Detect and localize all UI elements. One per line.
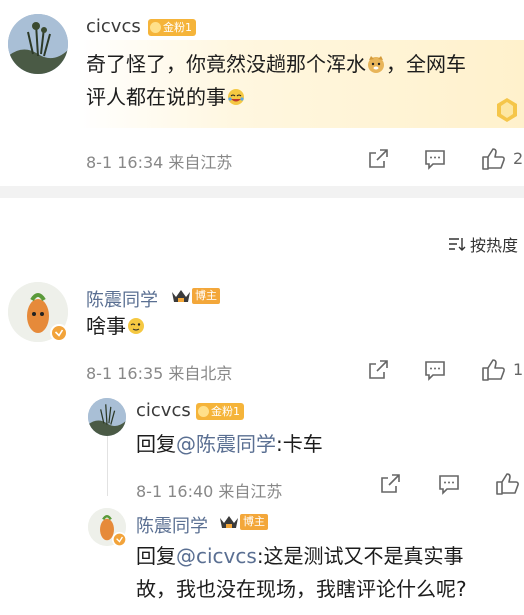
fan-badge: 金粉1 <box>148 19 196 36</box>
sort-by-hot-button[interactable]: 按热度 <box>448 232 518 256</box>
section-divider <box>0 186 524 198</box>
reply-text-content: :卡车 <box>276 432 323 456</box>
comment-icon[interactable] <box>423 358 447 386</box>
verified-badge-icon <box>50 324 68 346</box>
reply-text-line2: 故，我也没在现场，我瞎评论什么呢? <box>136 577 467 601</box>
fan-badge-icon <box>150 22 161 33</box>
like-count: 2 <box>513 149 524 168</box>
reply-text-line1: :这是测试又不是真实事 <box>256 544 464 568</box>
doge-emoji-icon <box>366 51 386 73</box>
avatar[interactable] <box>8 14 68 74</box>
comment-icon[interactable] <box>423 147 447 175</box>
reply-username[interactable]: cicvcs <box>136 400 191 421</box>
thread-line <box>107 436 108 496</box>
blogger-badge-label: 博主 <box>192 288 220 304</box>
sort-label: 按热度 <box>470 236 519 255</box>
mention-link[interactable]: @陈震同学 <box>176 432 276 456</box>
reply-prefix: 回复 <box>136 544 176 568</box>
like-icon[interactable] <box>480 357 506 387</box>
crown-icon <box>220 516 238 528</box>
sort-icon <box>449 238 466 251</box>
fan-badge-label: 金粉1 <box>163 21 192 34</box>
reply-meta: 8-1 16:40 来自江苏 <box>136 482 283 501</box>
share-icon[interactable] <box>366 147 390 175</box>
comment-text: 啥事 <box>86 310 146 343</box>
like-icon[interactable] <box>480 146 506 176</box>
post-text-line2: 评人都在说的事 <box>86 85 226 109</box>
mention-link[interactable]: @cicvcs <box>176 544 257 568</box>
blogger-badge: 博主 <box>170 287 220 305</box>
post-text-line1: 奇了怪了，你竟然没趟那个浑水 <box>86 52 366 76</box>
comment-username[interactable]: 陈震同学 <box>86 286 158 312</box>
fan-badge: 金粉1 <box>196 403 244 420</box>
post-username[interactable]: cicvcs <box>86 16 141 37</box>
like-count: 1 <box>513 360 524 379</box>
verified-badge-icon <box>112 532 127 551</box>
blogger-badge: 博主 <box>218 513 268 531</box>
laugh-cry-emoji-icon <box>226 84 246 105</box>
comment-icon[interactable] <box>437 472 461 500</box>
reply-text: 回复@陈震同学:卡车 <box>136 428 323 461</box>
post-text: 奇了怪了，你竟然没趟那个浑水 ，全网车 评人都在说的事 <box>86 48 516 114</box>
fan-sparkle-icon <box>493 96 521 128</box>
blogger-badge-label: 博主 <box>240 514 268 530</box>
like-icon[interactable] <box>494 471 520 501</box>
reply-prefix: 回复 <box>136 432 176 456</box>
post-text-line1-end: ，全网车 <box>386 52 466 76</box>
fan-badge-icon <box>198 406 209 417</box>
fan-badge-label: 金粉1 <box>211 405 240 418</box>
avatar[interactable] <box>88 398 126 436</box>
reply-text: 回复@cicvcs:这是测试又不是真实事 故，我也没在现场，我瞎评论什么呢? <box>136 540 520 606</box>
wink-emoji-icon <box>126 313 146 334</box>
share-icon[interactable] <box>366 358 390 386</box>
reply-username[interactable]: 陈震同学 <box>136 512 208 538</box>
comment-text-content: 啥事 <box>86 314 126 338</box>
post-meta: 8-1 16:34 来自江苏 <box>86 153 233 172</box>
share-icon[interactable] <box>378 472 402 500</box>
crown-icon <box>172 290 190 302</box>
comment-meta: 8-1 16:35 来自北京 <box>86 364 233 383</box>
